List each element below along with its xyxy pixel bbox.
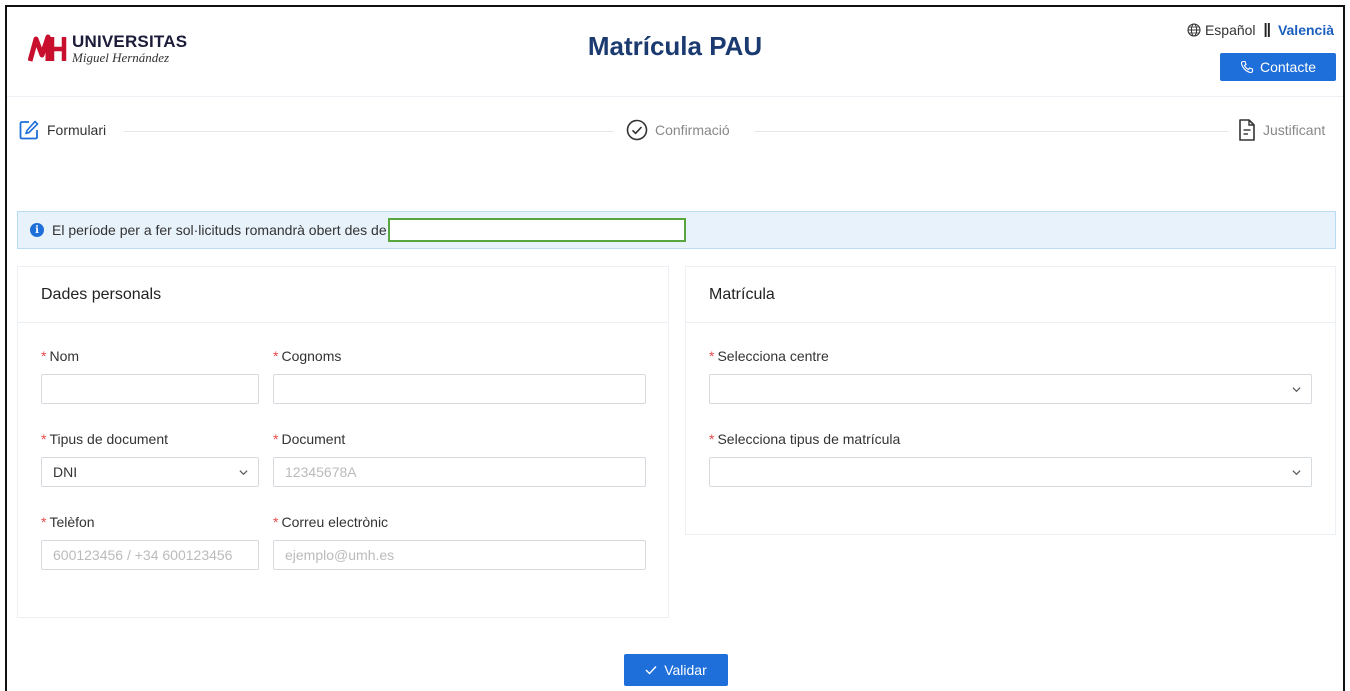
matricula-card: Matrícula * Selecciona centre * Selecciona… [685,266,1336,535]
globe-icon [1187,22,1201,37]
contact-button[interactable]: Contacte [1220,53,1336,81]
page-title: Matrícula PAU [587,31,763,61]
check-circle-icon [626,119,648,141]
tipus-document-select[interactable]: DNI [41,457,259,487]
personal-data-card: Dades personals * Nom * Cognoms * Tipus de … [17,266,669,618]
language-va-link[interactable]: Valencià [1278,22,1334,38]
validate-button[interactable]: Validar [624,654,728,686]
check-icon [645,666,657,675]
cognoms-input[interactable] [273,374,646,404]
language-selector: Español || Valencià [1187,21,1334,38]
tipus-document-value: DNI [53,464,78,480]
step-label: Justificant [1263,122,1326,138]
cognoms-label: * Cognoms [273,348,342,364]
chevron-down-icon [239,470,248,476]
matricula-title: Matrícula [686,267,1335,323]
info-icon: i [30,223,44,237]
step-justificant: Justificant [1238,119,1325,141]
nom-label: * Nom [41,348,80,364]
step-label: Confirmació [655,122,730,138]
step-label: Formulari [47,122,107,138]
contact-button-label: Contacte [1259,59,1317,75]
language-separator: || [1263,21,1271,38]
period-alert: i El període per a fer sol·licituds roma… [17,211,1336,249]
step-formulari: Formulari [18,119,106,141]
chevron-down-icon [1292,387,1301,393]
alert-text: El període per a fer sol·licituds romand… [52,222,387,238]
step-connector [124,131,614,132]
correu-input[interactable]: ejemplo@umh.es [273,540,646,570]
telefon-label: * Telèfon [41,514,95,530]
correu-label: * Correu electrònic [273,514,389,530]
telefon-input[interactable]: 600123456 / +34 600123456 [41,540,259,570]
phone-icon [1240,60,1254,74]
document-label: * Document [273,431,346,447]
document-icon [1239,119,1255,141]
nom-input[interactable] [41,374,259,404]
edit-icon [19,120,39,140]
language-es-link[interactable]: Español [1205,22,1256,38]
step-confirmacio: Confirmació [626,119,730,141]
chevron-down-icon [1292,470,1301,476]
header-divider [7,96,1343,97]
validate-button-label: Validar [664,662,707,678]
personal-data-title: Dades personals [18,267,668,323]
tipus-matricula-select[interactable] [709,457,1312,487]
period-dates-highlight [387,218,686,242]
tipus-matricula-label: * Selecciona tipus de matrícula [709,431,901,447]
document-input[interactable]: 12345678A [273,457,646,487]
tipus-document-label: * Tipus de document [41,431,169,447]
centre-select[interactable] [709,374,1312,404]
centre-label: * Selecciona centre [709,348,829,364]
step-connector [754,131,1228,132]
